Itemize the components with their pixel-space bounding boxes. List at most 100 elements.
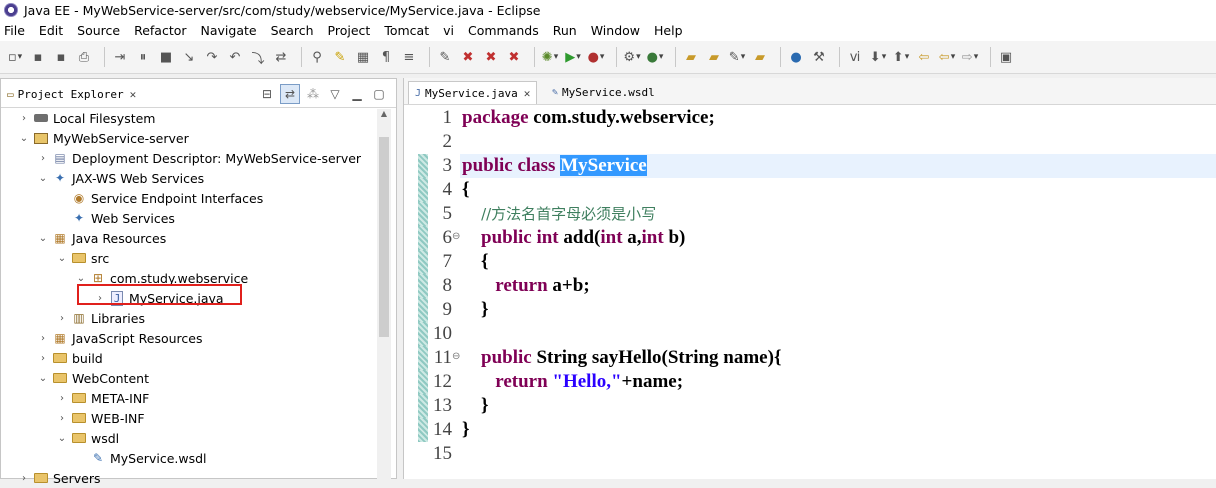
toggle-breadcrumb-icon[interactable]: ⚲ xyxy=(308,48,326,66)
code-line[interactable]: 5 //方法名首字母必须是小写 xyxy=(404,202,1216,226)
collapsed-arrow-icon[interactable]: › xyxy=(36,333,50,344)
word-wrap-icon[interactable]: ≡ xyxy=(400,48,418,66)
collapsed-arrow-icon[interactable]: › xyxy=(36,153,50,164)
previous-annotation-icon[interactable]: ⬆ xyxy=(892,48,910,66)
code-line[interactable]: 3 public class MyService xyxy=(404,154,1216,178)
mark-occurrences-icon[interactable]: ✎ xyxy=(331,48,349,66)
print-icon[interactable]: ⎙ xyxy=(75,48,93,66)
code-line[interactable]: 6 ⊖ public int add(int a,int b) xyxy=(404,226,1216,250)
expanded-arrow-icon[interactable]: ⌄ xyxy=(36,233,50,244)
focus-on-active-task-icon[interactable]: ⁂ xyxy=(304,85,322,103)
step-return-icon[interactable]: ↶ xyxy=(226,48,244,66)
tree-item[interactable]: › ▦ JavaScript Resources xyxy=(1,328,376,348)
coverage-icon[interactable]: ● xyxy=(587,48,605,66)
fold-collapse-icon[interactable]: ⊖ xyxy=(452,351,460,362)
tree-item[interactable]: › Local Filesystem xyxy=(1,108,376,128)
code-line[interactable]: 7 { xyxy=(404,250,1216,274)
collapsed-arrow-icon[interactable]: › xyxy=(17,113,31,124)
tree-item[interactable]: ⌄ ▦ Java Resources xyxy=(1,228,376,248)
save-all-icon[interactable]: ▪ xyxy=(52,48,70,66)
collapsed-arrow-icon[interactable]: › xyxy=(17,473,31,484)
menu-refactor[interactable]: Refactor xyxy=(134,23,186,38)
tree-item[interactable]: ⌄ WebContent xyxy=(1,368,376,388)
code-line[interactable]: 13 } xyxy=(404,394,1216,418)
back-icon[interactable]: ⇦ xyxy=(938,48,956,66)
expanded-arrow-icon[interactable]: ⌄ xyxy=(17,133,31,144)
menu-help[interactable]: Help xyxy=(654,23,683,38)
menu-source[interactable]: Source xyxy=(77,23,120,38)
pin-icon[interactable]: ✎ xyxy=(436,48,454,66)
tree-item[interactable]: › Servers xyxy=(1,468,376,488)
fold-collapse-icon[interactable]: ⊖ xyxy=(452,231,460,242)
link-with-editor-icon[interactable]: ⇄ xyxy=(280,84,300,104)
menu-file[interactable]: File xyxy=(4,23,25,38)
open-perspective-icon[interactable]: ▣ xyxy=(997,48,1015,66)
expanded-arrow-icon[interactable]: ⌄ xyxy=(36,173,50,184)
code-line[interactable]: 12 return "Hello,"+name; xyxy=(404,370,1216,394)
new-icon[interactable]: ▫ xyxy=(6,48,24,66)
collapsed-arrow-icon[interactable]: › xyxy=(36,353,50,364)
new-server-icon[interactable]: ⚙ xyxy=(623,48,641,66)
menu-search[interactable]: Search xyxy=(271,23,314,38)
tab-project-explorer[interactable]: ▭ Project Explorer ✕ xyxy=(7,83,136,105)
tree-item[interactable]: ⌄ src xyxy=(1,248,376,268)
step-icon[interactable]: ⇥ xyxy=(111,48,129,66)
search-icon[interactable]: ✎ xyxy=(728,48,746,66)
tree-item[interactable]: ⌄ wsdl xyxy=(1,428,376,448)
tree-scrollbar[interactable]: ▲ xyxy=(377,109,391,479)
open-type-icon[interactable]: ▰ xyxy=(682,48,700,66)
collapse-all-icon[interactable]: ⊟ xyxy=(258,85,276,103)
tree-item[interactable]: ◉ Service Endpoint Interfaces xyxy=(1,188,376,208)
tab-myservice-wsdl[interactable]: ✎ MyService.wsdl xyxy=(546,81,661,103)
scroll-up-icon[interactable]: ▲ xyxy=(377,109,391,118)
block-selection-icon[interactable]: ▦ xyxy=(354,48,372,66)
menu-tomcat[interactable]: Tomcat xyxy=(384,23,429,38)
maximize-icon[interactable]: ▢ xyxy=(370,85,388,103)
tree-item[interactable]: › ▥ Libraries xyxy=(1,308,376,328)
tree-item[interactable]: › ▤ Deployment Descriptor: MyWebService-se… xyxy=(1,148,376,168)
minimize-icon[interactable]: ▁ xyxy=(348,85,366,103)
expanded-arrow-icon[interactable]: ⌄ xyxy=(55,253,69,264)
collapsed-arrow-icon[interactable]: › xyxy=(55,393,69,404)
menu-run[interactable]: Run xyxy=(553,23,577,38)
menu-commands[interactable]: Commands xyxy=(468,23,539,38)
globe-icon[interactable]: ● xyxy=(787,48,805,66)
tree-item[interactable]: ✎ MyService.wsdl xyxy=(1,448,376,468)
step-into-icon[interactable]: ↘ xyxy=(180,48,198,66)
tree-item[interactable]: ⌄ ✦ JAX-WS Web Services xyxy=(1,168,376,188)
menu-project[interactable]: Project xyxy=(328,23,371,38)
code-line[interactable]: 11 ⊖ public String sayHello(String name){ xyxy=(404,346,1216,370)
tree-item[interactable]: › META-INF xyxy=(1,388,376,408)
code-line[interactable]: 1 package com.study.webservice; xyxy=(404,106,1216,130)
use-step-filters-icon[interactable]: ⇄ xyxy=(272,48,290,66)
expanded-arrow-icon[interactable]: ⌄ xyxy=(55,433,69,444)
tomcat-restart-icon[interactable]: ✖ xyxy=(505,48,523,66)
expanded-arrow-icon[interactable]: ⌄ xyxy=(74,273,88,284)
external-tools-icon[interactable]: ⚒ xyxy=(810,48,828,66)
next-annotation-icon[interactable]: ⬇ xyxy=(869,48,887,66)
code-line[interactable]: 10 xyxy=(404,322,1216,346)
code-line[interactable]: 9 } xyxy=(404,298,1216,322)
code-line[interactable]: 8 return a+b; xyxy=(404,274,1216,298)
annotation-icon[interactable]: ⅵ xyxy=(846,48,864,66)
debug-icon[interactable]: ✺ xyxy=(541,48,559,66)
view-menu-icon[interactable]: ▽ xyxy=(326,85,344,103)
tomcat-stop-icon[interactable]: ✖ xyxy=(482,48,500,66)
code-line[interactable]: 15 xyxy=(404,442,1216,466)
code-line[interactable]: 2 xyxy=(404,130,1216,154)
close-icon[interactable]: ✕ xyxy=(524,87,531,100)
tree-item[interactable]: › WEB-INF xyxy=(1,408,376,428)
step-over-icon[interactable]: ↷ xyxy=(203,48,221,66)
tree-item[interactable]: ⌄ MyWebService-server xyxy=(1,128,376,148)
close-icon[interactable]: ✕ xyxy=(130,88,137,101)
save-icon[interactable]: ▪ xyxy=(29,48,47,66)
menu-navigate[interactable]: Navigate xyxy=(201,23,257,38)
menu-vi[interactable]: vi xyxy=(443,23,454,38)
show-whitespace-icon[interactable]: ¶ xyxy=(377,48,395,66)
tree-item[interactable]: ✦ Web Services xyxy=(1,208,376,228)
forward-icon[interactable]: ⇨ xyxy=(961,48,979,66)
tab-myservice-java[interactable]: J MyService.java ✕ xyxy=(408,81,538,104)
run-icon[interactable]: ▶ xyxy=(564,48,582,66)
menu-window[interactable]: Window xyxy=(591,23,640,38)
terminate-icon[interactable]: ■ xyxy=(157,48,175,66)
